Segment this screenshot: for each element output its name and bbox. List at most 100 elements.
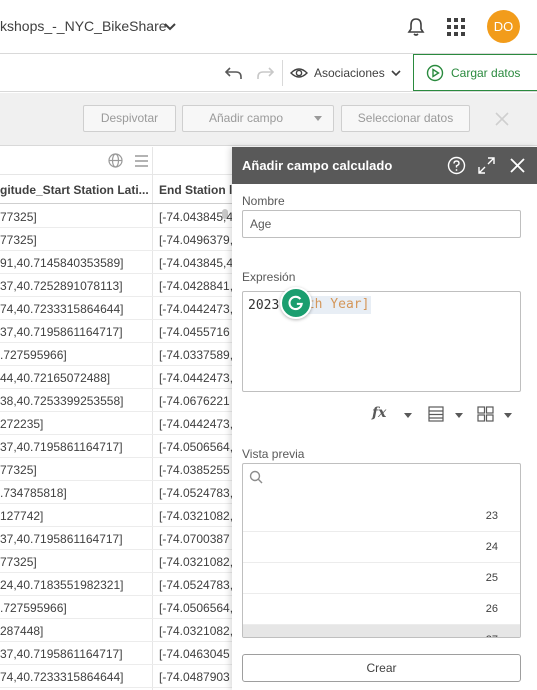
chevron-down-icon[interactable] — [162, 19, 178, 35]
table-row[interactable]: 77325] [-74.0321082, — [0, 550, 232, 573]
table-cell: [-74.0700387 — [159, 532, 230, 546]
table-cell: 44,40.72165072488] — [0, 371, 111, 385]
table-cell: [-74.0442473, — [159, 302, 232, 316]
table-cell: [-74.0524783, — [159, 486, 232, 500]
panel-title: Añadir campo calculado — [242, 158, 393, 173]
load-data-button[interactable]: Cargar datos — [413, 54, 537, 91]
app-title[interactable]: kshops_-_NYC_BikeShare — [0, 18, 167, 34]
table-row[interactable]: .727595966] [-74.0506564, — [0, 596, 232, 619]
table-row[interactable]: 38,40.7253399253558] [-74.0676221 — [0, 389, 232, 412]
chevron-down-icon — [391, 70, 401, 77]
name-field[interactable] — [242, 210, 521, 238]
table-cell: 37,40.7195861164717] — [0, 440, 123, 454]
eye-icon — [290, 68, 308, 78]
column-header[interactable]: End Station l — [159, 183, 232, 197]
table-row[interactable]: 77325] [-74.0496379, — [0, 228, 232, 251]
preview-row: 25 — [243, 563, 520, 594]
avatar[interactable]: DO — [487, 10, 520, 43]
grammarly-icon[interactable] — [280, 287, 312, 319]
list-icon[interactable] — [428, 406, 444, 422]
table-cell: .734785818] — [0, 486, 67, 500]
table-cell: [-74.0487903 — [159, 670, 230, 684]
table-row[interactable]: .727595966] [-74.0337589, — [0, 343, 232, 366]
toolbar-divider — [282, 60, 283, 86]
table-row[interactable]: 37,40.7195861164717] [-74.0700387 — [0, 527, 232, 550]
table-row[interactable]: 37,40.7195861164717] [-74.0506564, — [0, 435, 232, 458]
undo-icon[interactable] — [224, 63, 244, 83]
expression-editor[interactable]: 2023 rth Year] — [242, 287, 521, 392]
table-icon[interactable] — [477, 406, 494, 422]
add-field-button[interactable]: Añadir campo — [182, 105, 334, 132]
app-bar: kshops_-_NYC_BikeShare DO — [0, 0, 537, 54]
caret-down-icon[interactable] — [404, 413, 412, 418]
play-icon — [426, 64, 444, 82]
table-body: 77325] [-74.043845,4 77325] [-74.0496379, 91… — [0, 205, 232, 688]
column-tools — [0, 147, 232, 175]
table-cell: [-74.0506564, — [159, 440, 232, 454]
fx-icon[interactable]: fx — [372, 405, 386, 421]
close-icon[interactable] — [510, 158, 525, 173]
table-cell: [-74.0337589, — [159, 348, 232, 362]
table-cell: [-74.0442473, — [159, 417, 232, 431]
column-header[interactable]: gitude_Start Station Lati... — [0, 183, 150, 197]
table-cell: 77325] — [0, 555, 37, 569]
preview-row: 27 — [243, 625, 520, 637]
preview-label: Vista previa — [242, 447, 305, 461]
redo-icon[interactable] — [255, 63, 275, 83]
unpivot-button[interactable]: Despivotar — [83, 105, 176, 132]
preview-list[interactable]: 23 24 25 26 27 — [242, 463, 521, 638]
table-cell: 37,40.7195861164717] — [0, 325, 123, 339]
name-label: Nombre — [242, 194, 285, 208]
search-icon[interactable] — [249, 470, 263, 484]
associations-button[interactable]: Asociaciones — [288, 58, 406, 88]
table-cell: 77325] — [0, 463, 37, 477]
expand-icon[interactable] — [478, 157, 495, 174]
preview-row: 24 — [243, 532, 520, 563]
table-row[interactable]: 37,40.7252891078113] [-74.0428841, — [0, 274, 232, 297]
grid-icon[interactable] — [446, 17, 466, 37]
help-icon[interactable] — [447, 156, 466, 175]
table-cell: [-74.0496379, — [159, 233, 232, 247]
close-icon[interactable] — [494, 111, 510, 127]
table-cell: 37,40.7195861164717] — [0, 532, 123, 546]
table-row[interactable]: 77325] [-74.043845,4 — [0, 205, 232, 228]
globe-icon[interactable] — [108, 153, 123, 168]
create-button[interactable]: Crear — [242, 654, 521, 682]
table-row[interactable]: 74,40.7233315864644] [-74.0442473, — [0, 297, 232, 320]
table-cell: [-74.0524783, — [159, 578, 232, 592]
table-cell: [-74.0428841, — [159, 279, 232, 293]
table-row[interactable]: 37,40.7195861164717] [-74.0455716 — [0, 320, 232, 343]
table-row[interactable]: 91,40.7145840353589] [-74.043845,4 — [0, 251, 232, 274]
preview-value: 23 — [485, 510, 498, 522]
table-cell: [-74.0676221 — [159, 394, 230, 408]
preview-row: 26 — [243, 594, 520, 625]
table-header: gitude_Start Station Lati... End Station… — [0, 175, 232, 204]
associations-label: Asociaciones — [314, 66, 385, 80]
table-row[interactable]: 44,40.72165072488] [-74.0442473, — [0, 366, 232, 389]
table-cell: 37,40.7252891078113] — [0, 279, 123, 293]
table-cell: .727595966] — [0, 601, 67, 615]
table-cell: [-74.043845,4 — [159, 256, 232, 270]
caret-down-icon[interactable] — [455, 413, 463, 418]
table-row[interactable]: 37,40.7195861164717] [-74.0463045 — [0, 642, 232, 665]
table-row[interactable]: 127742] [-74.0321082, — [0, 504, 232, 527]
table-cell: [-74.0455716 — [159, 325, 230, 339]
table-row[interactable]: 272235] [-74.0442473, — [0, 412, 232, 435]
expression-tools: fx — [242, 405, 521, 425]
table-row[interactable]: 24,40.7183551982321] [-74.0524783, — [0, 573, 232, 596]
caret-down-icon[interactable] — [504, 413, 512, 418]
menu-icon[interactable] — [134, 154, 149, 168]
table-row[interactable]: 77325] [-74.0385255 — [0, 458, 232, 481]
preview-value: 27 — [486, 634, 498, 637]
table-cell: 24,40.7183551982321] — [0, 578, 124, 592]
table-row[interactable]: 74,40.7233315864644] [-74.0487903 — [0, 665, 232, 688]
bell-icon[interactable] — [406, 17, 426, 37]
table-cell: .727595966] — [0, 348, 67, 362]
select-data-button[interactable]: Seleccionar datos — [341, 105, 470, 132]
table-cell: [-74.043845,4 — [159, 210, 232, 224]
table-cell: 287448] — [0, 624, 44, 638]
preview-value: 24 — [485, 541, 498, 553]
action-bar: Despivotar Añadir campo Seleccionar dato… — [0, 93, 537, 146]
table-row[interactable]: 287448] [-74.0321082, — [0, 619, 232, 642]
table-row[interactable]: .734785818] [-74.0524783, — [0, 481, 232, 504]
